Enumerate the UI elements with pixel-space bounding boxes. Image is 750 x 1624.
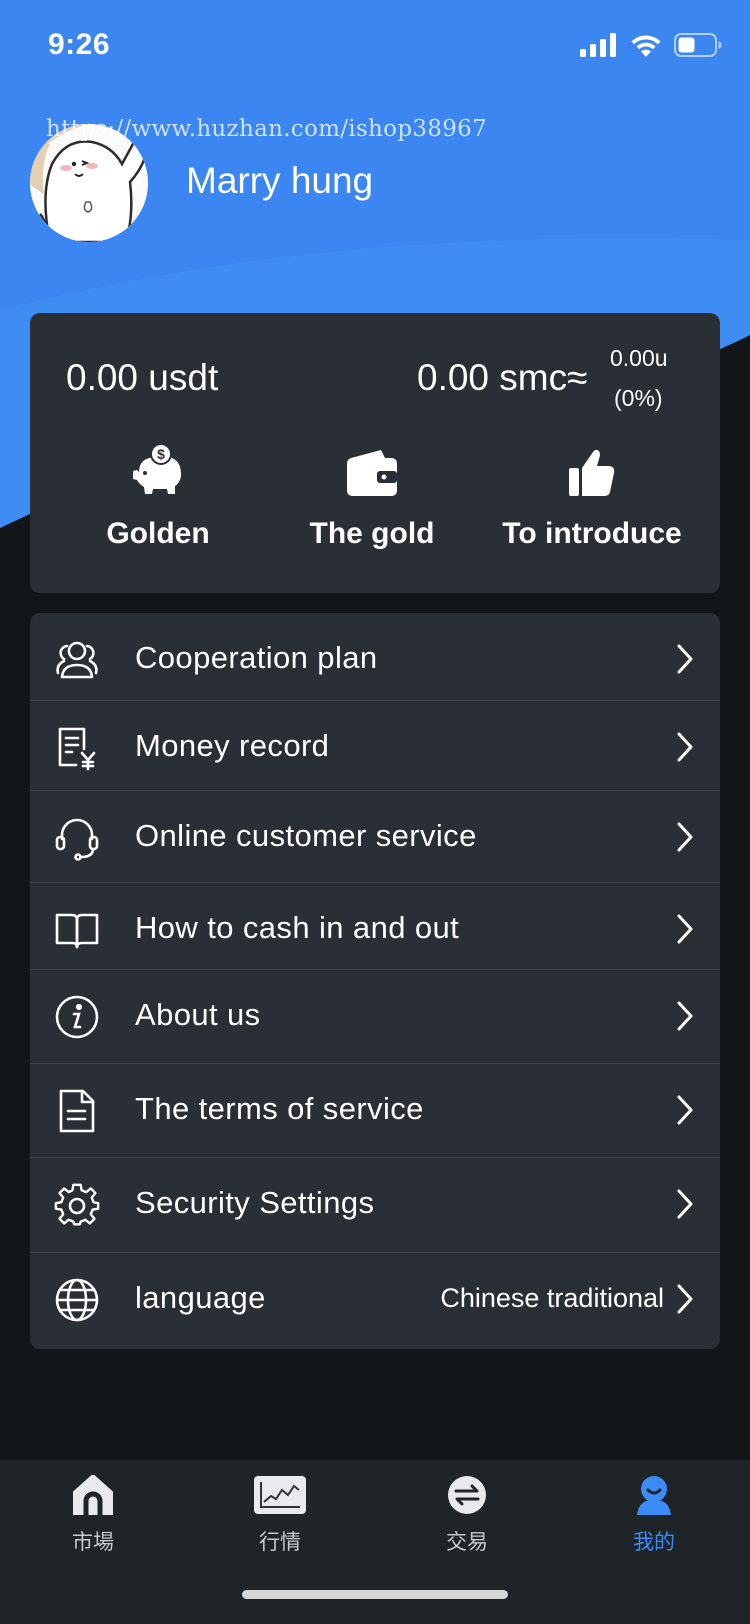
menu-label: Cooperation plan (135, 640, 378, 675)
smc-balance: 0.00 smc≈ (417, 357, 588, 398)
tab-label: 市場 (72, 1530, 114, 1554)
globe-icon (54, 1277, 100, 1323)
menu-item-language[interactable]: language Chinese traditional (30, 1253, 720, 1349)
usdt-balance: 0.00 usdt (66, 357, 219, 398)
menu-label: language (135, 1280, 266, 1315)
menu-label: The terms of service (135, 1091, 424, 1126)
menu-label: Money record (135, 728, 330, 763)
profile-name: Marry hung (186, 160, 374, 201)
piggy-bank-icon: $ (131, 443, 185, 501)
gear-icon (54, 1182, 100, 1228)
golden-label: Golden (106, 517, 210, 550)
chevron-right-icon (676, 913, 694, 945)
home-indicator[interactable] (242, 1590, 508, 1599)
wallet-actions: $ Golden The gold To introduce (30, 441, 720, 571)
the-gold-label: The gold (309, 517, 435, 550)
thumbs-up-icon (569, 448, 615, 501)
menu-label: Online customer service (135, 818, 477, 853)
tab-profile[interactable]: 我的 (574, 1474, 734, 1564)
tab-label: 交易 (446, 1530, 488, 1554)
menu-item-security-settings[interactable]: Security Settings (30, 1158, 720, 1253)
smc-percent: (0%) (614, 385, 663, 411)
market-home-icon (72, 1473, 114, 1520)
chevron-right-icon (676, 731, 694, 763)
headset-icon (54, 815, 100, 861)
menu-item-how-to-cash[interactable]: How to cash in and out (30, 883, 720, 970)
chevron-right-icon (676, 821, 694, 853)
golden-button[interactable]: $ Golden (38, 441, 278, 571)
settings-menu: Cooperation plan Money record Online cus… (30, 613, 720, 1349)
book-icon (54, 907, 100, 953)
profile-icon (635, 1475, 673, 1520)
exchange-icon (447, 1475, 487, 1520)
menu-item-terms-of-service[interactable]: The terms of service (30, 1064, 720, 1158)
chart-icon (254, 1475, 306, 1519)
wallet-icon (347, 450, 397, 501)
svg-text:$: $ (157, 446, 165, 462)
chevron-right-icon (676, 643, 694, 675)
chevron-right-icon (676, 1188, 694, 1220)
battery-icon (674, 32, 722, 62)
menu-label: How to cash in and out (135, 910, 460, 945)
receipt-yen-icon (54, 725, 100, 771)
menu-item-about-us[interactable]: About us (30, 970, 720, 1064)
tab-trade[interactable]: 交易 (387, 1474, 547, 1564)
tab-quotes[interactable]: 行情 (200, 1474, 360, 1564)
menu-item-online-customer-service[interactable]: Online customer service (30, 791, 720, 883)
status-icons (580, 32, 722, 62)
wifi-icon (630, 33, 662, 62)
menu-label: About us (135, 997, 261, 1032)
the-gold-button[interactable]: The gold (252, 441, 492, 571)
bottom-tab-bar: 市場 行情 交易 我的 (0, 1460, 750, 1624)
wallet-card: 0.00 usdt 0.00 smc≈ 0.00u (0%) $ Golden (30, 313, 720, 593)
tab-label: 我的 (633, 1530, 675, 1554)
to-introduce-button[interactable]: To introduce (472, 441, 712, 571)
users-icon (54, 637, 100, 683)
status-time: 9:26 (48, 28, 111, 61)
status-bar: 9:26 (0, 0, 750, 92)
tab-label: 行情 (259, 1530, 301, 1554)
menu-item-money-record[interactable]: Money record (30, 701, 720, 791)
smc-usdt-value: 0.00u (610, 345, 668, 371)
to-introduce-label: To introduce (502, 517, 682, 550)
chevron-right-icon (676, 1094, 694, 1126)
chevron-right-icon (676, 1000, 694, 1032)
menu-item-cooperation-plan[interactable]: Cooperation plan (30, 613, 720, 701)
chevron-right-icon (676, 1283, 694, 1315)
document-icon (54, 1088, 100, 1134)
info-icon (54, 994, 100, 1040)
watermark-text: https://www.huzhan.com/ishop38967 (46, 116, 488, 142)
tab-market[interactable]: 市場 (13, 1473, 173, 1564)
menu-label: Security Settings (135, 1185, 375, 1220)
language-value: Chinese traditional (440, 1283, 664, 1313)
signal-icon (580, 32, 618, 62)
